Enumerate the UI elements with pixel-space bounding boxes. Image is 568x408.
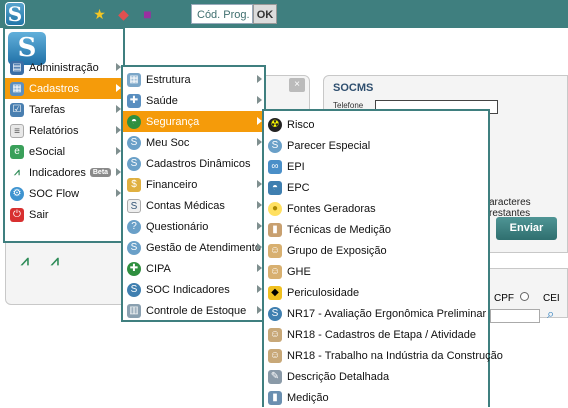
menu-item-esocial[interactable]: e eSocial [5, 141, 123, 162]
cod-prog-field[interactable]: Cód. Prog. [191, 4, 253, 24]
menu-item-sair[interactable]: ⏻ Sair [5, 204, 123, 225]
soc-icon: S [127, 156, 141, 171]
submenu-item-nr18-cadastros[interactable]: ☺ NR18 - Cadastros de Etapa / Atividade [264, 324, 488, 345]
submenu-item-epc[interactable]: ◓ EPC [264, 177, 488, 198]
cadastros-submenu: ▦ Estrutura ✚ Saúde ◓ Segurança S Meu So… [121, 65, 266, 322]
submenu-item-seguranca[interactable]: ◓ Segurança [123, 111, 264, 132]
reports-icon: ≡ [10, 123, 24, 138]
submenu-item-questionario[interactable]: ? Questionário [123, 216, 264, 237]
soc-logo-button[interactable]: S [5, 2, 25, 26]
bulb-icon: ● [268, 201, 282, 216]
submenu-item-tecnicas-medicao[interactable]: ▮ Técnicas de Medição [264, 219, 488, 240]
submenu-item-descricao-detalhada[interactable]: ✎ Descrição Detalhada [264, 366, 488, 387]
soc-icon: S [127, 240, 141, 255]
submenu-item-contas-medicas[interactable]: S Contas Médicas [123, 195, 264, 216]
money-icon: $ [127, 177, 141, 192]
soc-icon: S [127, 135, 141, 150]
top-bar: S ★ ◆ ■ Cód. Prog. OK [0, 0, 568, 28]
chevron-right-icon [257, 96, 262, 104]
star-icon[interactable]: ★ [90, 5, 109, 24]
menu-item-tarefas[interactable]: ☑ Tarefas [5, 99, 123, 120]
meter-icon: ▮ [268, 390, 282, 405]
submenu-item-fontes-geradoras[interactable]: ● Fontes Geradoras [264, 198, 488, 219]
tasks-icon: ☑ [10, 102, 24, 117]
submenu-item-medicao[interactable]: ▮ Medição [264, 387, 488, 408]
ok-button[interactable]: OK [253, 4, 277, 24]
soc-icon: S [268, 306, 282, 321]
cpf-input[interactable] [490, 309, 540, 323]
flow-icon: ⚙ [10, 186, 24, 201]
menu-item-administracao[interactable]: ▤ Administração [5, 57, 123, 78]
structure-icon: ▦ [127, 72, 141, 87]
main-menu: S ▤ Administração ▦ Cadastros ☑ Tarefas … [3, 27, 125, 243]
socms-title: SOCMS [333, 82, 374, 94]
esocial-icon: e [10, 144, 24, 159]
beta-badge: Beta [89, 168, 112, 177]
indicators-icon: ⩘ [10, 165, 24, 180]
chevron-right-icon [257, 75, 262, 83]
submenu-item-financeiro[interactable]: $ Financeiro [123, 174, 264, 195]
seguranca-submenu: ☢ Risco S Parecer Especial ∞ EPI ◓ EPC ●… [262, 109, 503, 408]
submenu-item-estrutura[interactable]: ▦ Estrutura [123, 69, 264, 90]
helmet-icon: ◓ [127, 114, 141, 129]
menu-item-relatorios[interactable]: ≡ Relatórios [5, 120, 123, 141]
bag-icon[interactable]: ■ [138, 5, 157, 24]
pencil-icon: ✎ [268, 369, 282, 384]
medical-bill-icon: S [127, 198, 141, 213]
cei-label: CEI [543, 293, 560, 304]
submenu-item-periculosidade[interactable]: ◆ Periculosidade [264, 282, 488, 303]
menu-item-soc-flow[interactable]: ⚙ SOC Flow [5, 183, 123, 204]
health-icon: ✚ [127, 93, 141, 108]
soc-icon: S [127, 282, 141, 297]
questionnaire-icon: ? [127, 219, 141, 234]
admin-icon: ▤ [10, 60, 24, 75]
warning-icon: ◆ [268, 285, 282, 300]
enviar-button[interactable]: Enviar [496, 217, 557, 240]
cross-icon: ✚ [127, 261, 141, 276]
cpf-label: CPF [494, 293, 514, 304]
cadastros-icon: ▦ [10, 81, 24, 96]
submenu-item-cadastros-dinamicos[interactable]: S Cadastros Dinâmicos [123, 153, 264, 174]
soc-icon: S [268, 138, 282, 153]
submenu-item-ghe[interactable]: ☺ GHE [264, 261, 488, 282]
submenu-item-gestao-atendimento[interactable]: S Gestão de Atendimento [123, 237, 264, 258]
submenu-item-cipa[interactable]: ✚ CIPA [123, 258, 264, 279]
cei-radio[interactable] [520, 292, 529, 301]
workers-icon: ☺ [268, 348, 282, 363]
group-icon: ☺ [268, 243, 282, 258]
radiation-icon: ☢ [268, 117, 282, 132]
glasses-icon: ∞ [268, 159, 282, 174]
submenu-item-grupo-exposicao[interactable]: ☺ Grupo de Exposição [264, 240, 488, 261]
worker-icon: ☺ [268, 327, 282, 342]
chart-icon[interactable]: ⩘ [51, 252, 59, 269]
search-icon[interactable]: ⌕ [547, 306, 554, 322]
submenu-item-meu-soc[interactable]: S Meu Soc [123, 132, 264, 153]
power-icon: ⏻ [10, 207, 24, 222]
submenu-item-nr17[interactable]: S NR17 - Avaliação Ergonômica Preliminar [264, 303, 488, 324]
submenu-item-saude[interactable]: ✚ Saúde [123, 90, 264, 111]
helmet-icon: ◓ [268, 180, 282, 195]
submenu-item-risco[interactable]: ☢ Risco [264, 114, 488, 135]
submenu-item-epi[interactable]: ∞ EPI [264, 156, 488, 177]
menu-item-indicadores[interactable]: ⩘ Indicadores Beta [5, 162, 123, 183]
meter-icon: ▮ [268, 222, 282, 237]
menu-item-cadastros[interactable]: ▦ Cadastros [5, 78, 123, 99]
chart-icon[interactable]: ⩘ [21, 252, 29, 269]
close-icon[interactable]: × [289, 78, 305, 92]
chars-remaining-text: aracteres restantes [489, 197, 531, 219]
shapes-icon[interactable]: ◆ [114, 5, 133, 24]
submenu-item-soc-indicadores[interactable]: S SOC Indicadores [123, 279, 264, 300]
submenu-item-nr18-trabalho[interactable]: ☺ NR18 - Trabalho na Indústria da Constr… [264, 345, 503, 366]
inventory-icon: ▥ [127, 303, 141, 318]
group-icon: ☺ [268, 264, 282, 279]
submenu-item-parecer-especial[interactable]: S Parecer Especial [264, 135, 488, 156]
submenu-item-controle-estoque[interactable]: ▥ Controle de Estoque [123, 300, 264, 321]
